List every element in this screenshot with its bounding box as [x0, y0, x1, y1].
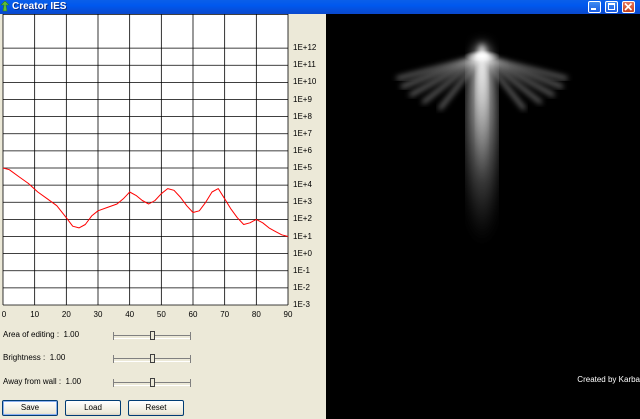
x-tick-label: 80	[251, 310, 261, 319]
load-button[interactable]: Load	[65, 400, 121, 416]
x-tick-label: 70	[220, 310, 230, 319]
area-of-editing-thumb[interactable]	[150, 331, 155, 340]
maximize-icon	[608, 3, 615, 10]
window-title: Creator IES	[12, 1, 67, 12]
title-bar[interactable]: Creator IES	[0, 0, 640, 14]
plot-background	[3, 14, 288, 305]
maximize-button[interactable]	[605, 1, 618, 13]
brightness-value: 1.00	[49, 353, 66, 362]
area-of-editing-slider[interactable]	[113, 331, 191, 340]
light-source	[464, 50, 500, 62]
area-of-editing-value: 1.00	[63, 330, 80, 339]
y-tick-label: 1E+12	[293, 43, 317, 53]
y-tick-label: 1E+11	[293, 60, 316, 70]
y-tick-label: 1E+6	[293, 145, 312, 155]
x-tick-label: 10	[30, 310, 40, 319]
x-tick-label: 20	[61, 310, 71, 319]
brightness-label: Brightness : 1.00	[3, 353, 66, 362]
reset-button[interactable]: Reset	[128, 400, 184, 416]
x-tick-label: 50	[156, 310, 166, 319]
app-icon	[0, 0, 10, 12]
app-window: Creator IES 1E+12 1E+11 1E+10 1E+9 1E+8 1E+7 1…	[0, 0, 640, 419]
chart-panel[interactable]: 1E+12 1E+11 1E+10 1E+9 1E+8 1E+7 1E+6 1E+5 1E+4 1…	[0, 14, 326, 326]
y-tick-label: 1E+9	[293, 94, 312, 104]
brightness-thumb[interactable]	[150, 354, 155, 363]
y-tick-label: 1E+1	[293, 231, 312, 241]
y-tick-label: 1E+10	[293, 77, 317, 87]
credit-text: Created by Karba	[577, 375, 640, 384]
x-tick-label: 40	[125, 310, 135, 319]
x-tick-label: 90	[283, 310, 293, 319]
away-from-wall-label: Away from wall : 1.00	[3, 377, 82, 386]
brightness-slider[interactable]	[113, 354, 191, 363]
y-tick-label: 1E-1	[293, 265, 310, 275]
x-tick-label: 30	[93, 310, 103, 319]
away-from-wall-thumb[interactable]	[150, 378, 155, 387]
y-tick-label: 1E+4	[293, 180, 312, 190]
area-of-editing-label: Area of editing : 1.00	[3, 330, 80, 339]
y-tick-label: 1E-3	[293, 300, 310, 309]
minimize-button[interactable]	[588, 1, 601, 13]
y-tick-label: 1E+3	[293, 197, 312, 207]
y-tick-label: 1E+7	[293, 128, 312, 138]
intensity-chart[interactable]	[0, 14, 326, 326]
y-tick-label: 1E-2	[293, 282, 310, 292]
minimize-icon	[591, 8, 596, 10]
x-tick-label: 60	[188, 310, 198, 319]
y-tick-label: 1E+0	[293, 248, 312, 258]
y-tick-label: 1E+2	[293, 214, 312, 224]
light-preview-pane: Created by Karba	[326, 14, 640, 419]
y-tick-label: 1E+5	[293, 163, 312, 172]
beam-core	[476, 44, 488, 184]
away-from-wall-slider[interactable]	[113, 378, 191, 387]
away-from-wall-value: 1.00	[65, 377, 82, 386]
y-tick-label: 1E+8	[293, 111, 312, 121]
x-tick-label: 0	[1, 310, 7, 319]
close-icon	[624, 2, 633, 11]
save-button[interactable]: Save	[2, 400, 58, 416]
light-render	[396, 44, 568, 244]
close-button[interactable]	[622, 1, 635, 13]
